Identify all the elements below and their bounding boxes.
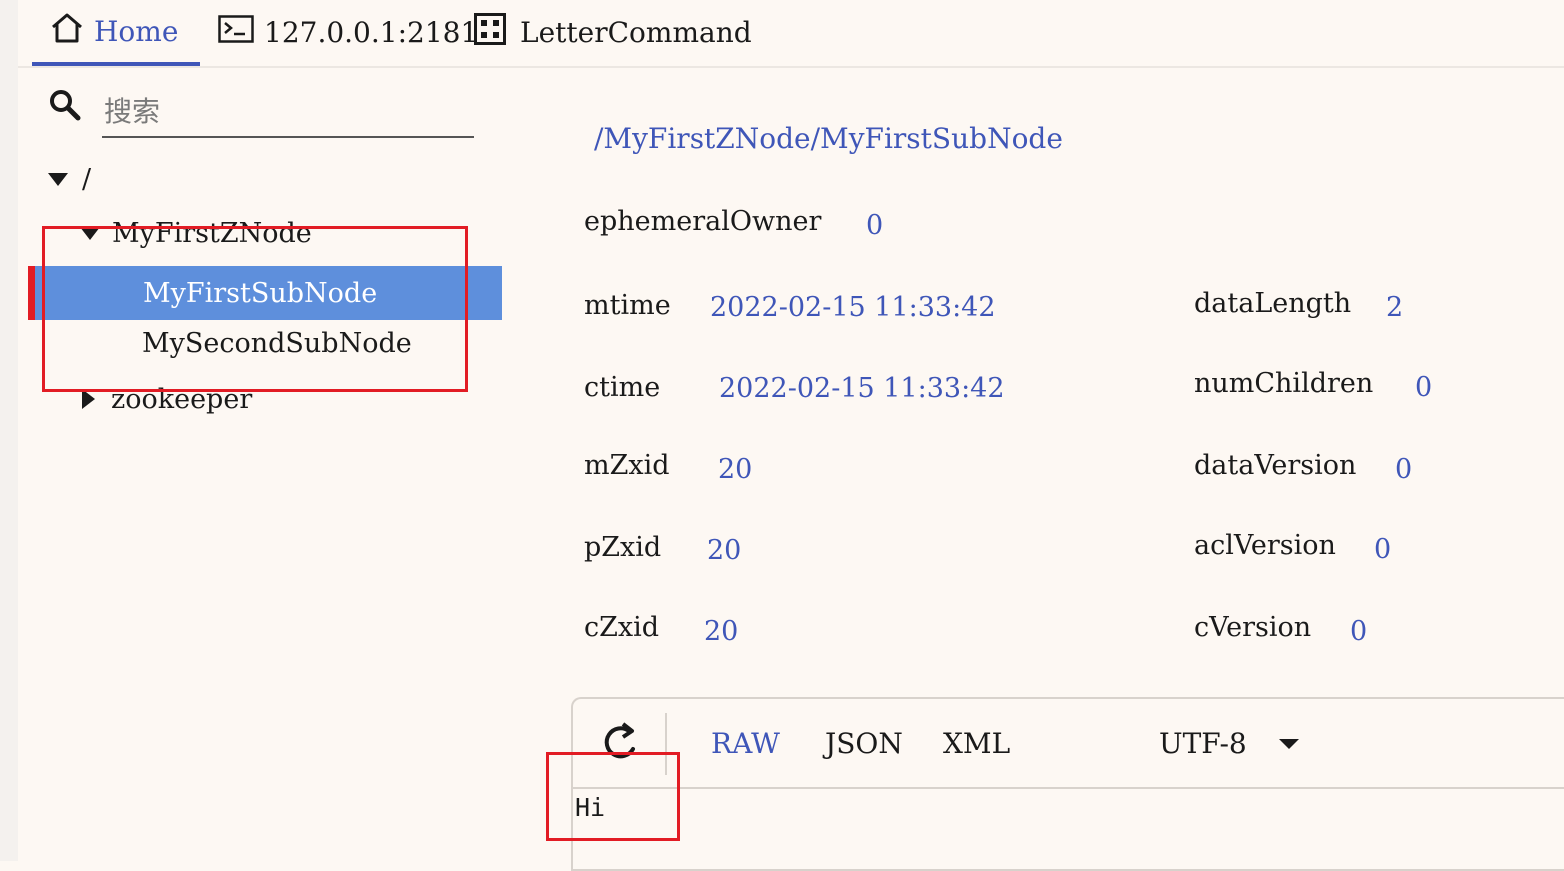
ephemeral-owner-value: 0	[866, 210, 884, 241]
dice-icon	[474, 12, 506, 52]
tree-node-label: MyFirstSubNode	[143, 277, 378, 309]
data-viewer: RAW JSON XML UTF-8 Hi	[571, 697, 1564, 871]
format-xml-button[interactable]: XML	[943, 727, 1010, 760]
chevron-down-icon	[1278, 738, 1299, 749]
toolbar-separator	[665, 713, 667, 775]
acl-version-value: 0	[1374, 534, 1392, 565]
left-gutter	[0, 0, 18, 861]
tree-node-label: MySecondSubNode	[142, 327, 412, 359]
acl-version-label: aclVersion	[1194, 530, 1336, 561]
data-length-value: 2	[1386, 292, 1404, 323]
tab-home[interactable]: Home	[32, 0, 200, 66]
tab-letter-command[interactable]: LetterCommand	[474, 0, 752, 64]
tree-node-zookeeper[interactable]: zookeeper	[82, 374, 252, 424]
tab-letter-command-label: LetterCommand	[520, 15, 752, 49]
home-icon	[50, 12, 84, 51]
pzxid-label: pZxid	[584, 532, 662, 563]
c-version-value: 0	[1350, 616, 1368, 647]
tree-node-myfirstznode[interactable]: MyFirstZNode	[80, 208, 312, 258]
tree-node-label: zookeeper	[111, 383, 253, 415]
refresh-icon[interactable]	[601, 721, 641, 769]
expand-arrow-icon[interactable]	[80, 226, 100, 240]
search-icon	[48, 88, 82, 126]
terminal-icon	[218, 14, 254, 50]
data-version-value: 0	[1395, 454, 1413, 485]
tree-node-myfirstsubnode-selected[interactable]: MyFirstSubNode	[28, 266, 502, 320]
node-data-content[interactable]: Hi	[575, 793, 605, 822]
tree-node-root[interactable]: /	[48, 154, 91, 204]
mzxid-label: mZxid	[584, 450, 670, 481]
collapse-arrow-icon[interactable]	[82, 389, 95, 409]
tab-bar: Home 127.0.0.1:2181 LetterCommand	[18, 0, 1564, 68]
czxid-label: cZxid	[584, 612, 660, 643]
node-path: /MyFirstZNode/MyFirstSubNode	[594, 122, 1063, 155]
tree-node-label: /	[82, 163, 92, 195]
tab-connection[interactable]: 127.0.0.1:2181	[218, 0, 478, 64]
pzxid-value: 20	[707, 535, 742, 566]
encoding-value: UTF-8	[1159, 727, 1247, 760]
mtime-value: 2022-02-15 11:33:42	[710, 292, 996, 323]
data-length-label: dataLength	[1194, 288, 1352, 319]
num-children-label: numChildren	[1194, 368, 1374, 399]
data-version-label: dataVersion	[1194, 450, 1357, 481]
num-children-value: 0	[1415, 372, 1433, 403]
encoding-select[interactable]: UTF-8	[1159, 727, 1299, 760]
mtime-label: mtime	[584, 290, 671, 321]
c-version-label: cVersion	[1194, 612, 1312, 643]
ctime-value: 2022-02-15 11:33:42	[719, 373, 1005, 404]
search-input[interactable]	[102, 86, 474, 138]
mzxid-value: 20	[718, 454, 753, 485]
format-json-button[interactable]: JSON	[825, 727, 903, 760]
tab-connection-label: 127.0.0.1:2181	[264, 15, 479, 49]
format-raw-button[interactable]: RAW	[711, 727, 780, 760]
ctime-label: ctime	[584, 372, 661, 403]
czxid-value: 20	[704, 616, 739, 647]
tree-node-label: MyFirstZNode	[112, 217, 312, 249]
expand-arrow-icon[interactable]	[48, 172, 68, 186]
tree-node-mysecondsubnode[interactable]: MySecondSubNode	[142, 318, 412, 368]
ephemeral-owner-label: ephemeralOwner	[584, 206, 822, 237]
data-viewer-toolbar: RAW JSON XML UTF-8	[573, 699, 1564, 789]
tab-home-label: Home	[94, 14, 179, 48]
